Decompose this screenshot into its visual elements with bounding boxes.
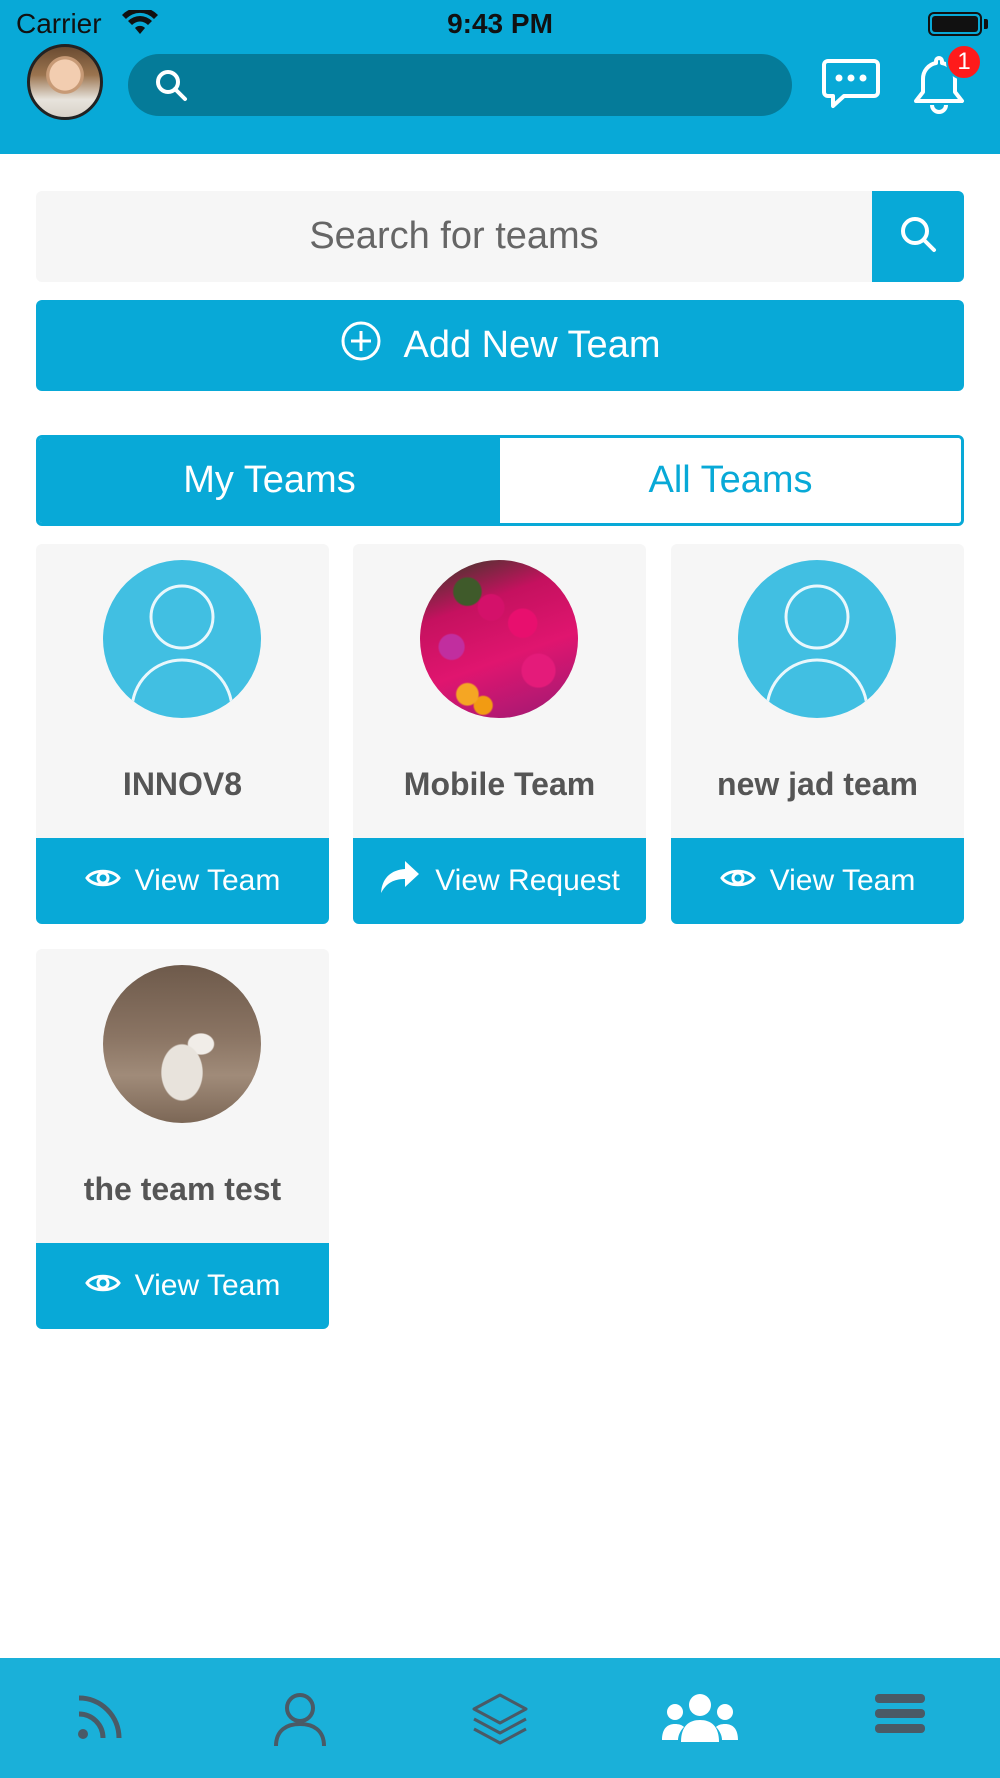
team-search-button[interactable] bbox=[872, 191, 964, 282]
nav-menu[interactable] bbox=[800, 1658, 1000, 1778]
team-avatar bbox=[103, 560, 261, 718]
search-icon bbox=[898, 214, 938, 259]
clock: 9:43 PM bbox=[447, 8, 553, 39]
tab-all-teams[interactable]: All Teams bbox=[500, 438, 961, 523]
tab-my-teams[interactable]: My Teams bbox=[39, 438, 500, 523]
eye-icon bbox=[84, 1269, 135, 1303]
team-card: Mobile Team View Request bbox=[353, 544, 646, 924]
view-team-label: View Team bbox=[134, 1269, 281, 1302]
team-card: INNOV8 View Team bbox=[36, 544, 329, 924]
status-bar: Carrier 9:43 PM bbox=[0, 0, 1000, 48]
user-avatar[interactable] bbox=[27, 44, 103, 120]
default-user-icon bbox=[130, 584, 234, 711]
view-team-button[interactable]: View Team bbox=[671, 838, 964, 924]
battery-icon bbox=[928, 12, 982, 36]
plus-circle-icon bbox=[340, 320, 404, 372]
eye-icon bbox=[719, 864, 770, 898]
global-search-input[interactable] bbox=[198, 54, 778, 116]
search-icon bbox=[154, 68, 188, 107]
team-name: new jad team bbox=[717, 766, 918, 802]
add-new-team-button[interactable]: Add New Team bbox=[36, 300, 964, 391]
team-search-box bbox=[36, 191, 964, 282]
view-team-button[interactable]: View Team bbox=[36, 1243, 329, 1329]
bottom-navigation bbox=[0, 1658, 1000, 1778]
profile-icon bbox=[273, 1692, 327, 1753]
team-photo bbox=[103, 965, 261, 1123]
app-header: Carrier 9:43 PM 1 bbox=[0, 0, 1000, 154]
team-tabs: My Teams All Teams bbox=[36, 435, 964, 526]
team-photo bbox=[420, 560, 578, 718]
nav-profile[interactable] bbox=[200, 1658, 400, 1778]
feed-icon bbox=[75, 1692, 125, 1747]
layers-icon bbox=[471, 1692, 529, 1753]
nav-layers[interactable] bbox=[400, 1658, 600, 1778]
team-card: new jad team View Team bbox=[671, 544, 964, 924]
share-arrow-icon bbox=[379, 859, 435, 903]
team-card: the team test View Team bbox=[36, 949, 329, 1329]
nav-feed[interactable] bbox=[0, 1658, 200, 1778]
global-search-bar[interactable] bbox=[128, 54, 792, 116]
view-request-label: View Request bbox=[435, 864, 620, 897]
view-request-button[interactable]: View Request bbox=[353, 838, 646, 924]
default-user-icon bbox=[765, 584, 869, 711]
team-name: INNOV8 bbox=[122, 766, 243, 802]
nav-teams[interactable] bbox=[600, 1658, 800, 1778]
eye-icon bbox=[84, 864, 135, 898]
menu-icon bbox=[874, 1692, 926, 1741]
team-name: the team test bbox=[83, 1171, 282, 1207]
team-search-input[interactable] bbox=[36, 191, 872, 282]
team-name: Mobile Team bbox=[403, 766, 596, 802]
add-new-team-label: Add New Team bbox=[403, 324, 661, 366]
team-avatar bbox=[738, 560, 896, 718]
battery-tip bbox=[984, 19, 988, 29]
view-team-label: View Team bbox=[134, 864, 281, 897]
view-team-button[interactable]: View Team bbox=[36, 838, 329, 924]
teams-icon bbox=[661, 1692, 739, 1751]
chat-bubble-icon[interactable] bbox=[822, 58, 880, 115]
notification-badge: 1 bbox=[946, 44, 982, 80]
view-team-label: View Team bbox=[769, 864, 916, 897]
